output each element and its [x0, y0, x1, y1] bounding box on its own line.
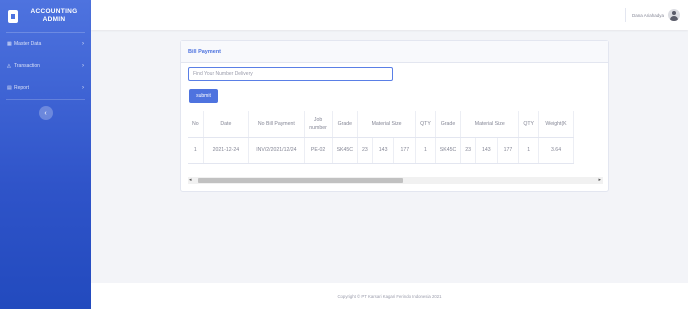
sidebar-item-report[interactable]: ▤ Report ›: [0, 77, 91, 99]
column-header: Material Size: [460, 111, 520, 138]
card-title: Bill Payment: [188, 48, 222, 55]
cell-grade: SK45C: [332, 137, 359, 164]
horizontal-scrollbar[interactable]: ◂ ▸: [188, 177, 603, 184]
sidebar-item-transaction[interactable]: ◬ Transaction ›: [0, 55, 91, 77]
sidebar-item-master-data[interactable]: ▦ Master Data ›: [0, 33, 91, 55]
cell-size2-b: 143: [475, 137, 498, 164]
copyright-text: Copyright © PT Karsari Kagari Ferindo In…: [337, 293, 442, 299]
user-name: Dana Ariahadya: [631, 12, 664, 18]
column-header: Grade: [435, 111, 462, 138]
bill-payment-card: Bill Payment submit No Date No Bill Paym…: [180, 40, 609, 192]
chevron-right-icon: ›: [82, 63, 84, 69]
chevron-left-icon: ‹: [44, 109, 47, 117]
chevron-right-icon: ›: [82, 85, 84, 91]
tag-icon: ◬: [7, 63, 11, 69]
cell-size-c: 177: [393, 137, 417, 164]
sidebar-divider: [6, 99, 85, 100]
sidebar: ACCOUNTING ADMIN ▦ Master Data › ◬ Trans…: [0, 0, 91, 309]
sidebar-toggle-button[interactable]: ‹: [38, 106, 53, 120]
grid-icon: ▦: [7, 41, 12, 47]
footer: Copyright © PT Karsari Kagari Ferindo In…: [91, 283, 688, 309]
avatar[interactable]: [668, 9, 680, 21]
topbar: Dana Ariahadya: [91, 0, 688, 30]
column-header: QTY: [518, 111, 539, 138]
cell-no: 1: [188, 137, 204, 164]
cell-bill-number: INV/2/2021/12/24: [248, 137, 305, 164]
bill-payment-table: No Date No Bill Payment Job number Grade…: [188, 111, 575, 164]
table-header-row: No Date No Bill Payment Job number Grade…: [188, 111, 575, 138]
scrollbar-thumb[interactable]: [198, 178, 403, 183]
brand[interactable]: ACCOUNTING ADMIN: [0, 0, 91, 32]
column-header: Grade: [332, 111, 359, 138]
chart-icon: ▤: [7, 85, 12, 91]
cell-size-b: 143: [372, 137, 395, 164]
cell-qty-2: 1: [518, 137, 539, 164]
cell-grade-2: SK45C: [435, 137, 462, 164]
card-header: Bill Payment: [181, 41, 608, 63]
scroll-left-icon[interactable]: ◂: [189, 177, 192, 184]
table-row: 1 2021-12-24 INV/2/2021/12/24 PE-02 SK45…: [188, 137, 575, 164]
cell-date: 2021-12-24: [203, 137, 250, 164]
cell-job-number: PE-02: [304, 137, 333, 164]
column-header: Material Size: [357, 111, 417, 138]
scroll-right-icon[interactable]: ▸: [598, 177, 601, 184]
cell-size2-a: 23: [460, 137, 476, 164]
cell-size2-c: 177: [497, 137, 520, 164]
cell-weight: 3.64: [538, 137, 575, 164]
column-header: QTY: [415, 111, 436, 138]
submit-button[interactable]: submit: [189, 89, 218, 103]
chevron-right-icon: ›: [82, 41, 84, 47]
brand-title: ACCOUNTING ADMIN: [30, 8, 78, 23]
column-header: No Bill Payment: [248, 111, 305, 138]
column-header: No: [188, 111, 204, 138]
user-menu[interactable]: Dana Ariahadya: [624, 8, 680, 22]
document-icon: [8, 9, 18, 23]
column-header: Job number: [304, 111, 333, 138]
search-input[interactable]: [188, 67, 393, 81]
cell-size-a: 23: [357, 137, 373, 164]
column-header: Weight(K: [538, 111, 575, 138]
table-container: No Date No Bill Payment Job number Grade…: [188, 111, 603, 171]
cell-qty: 1: [415, 137, 436, 164]
topbar-divider: [624, 8, 626, 22]
column-header: Date: [203, 111, 250, 138]
